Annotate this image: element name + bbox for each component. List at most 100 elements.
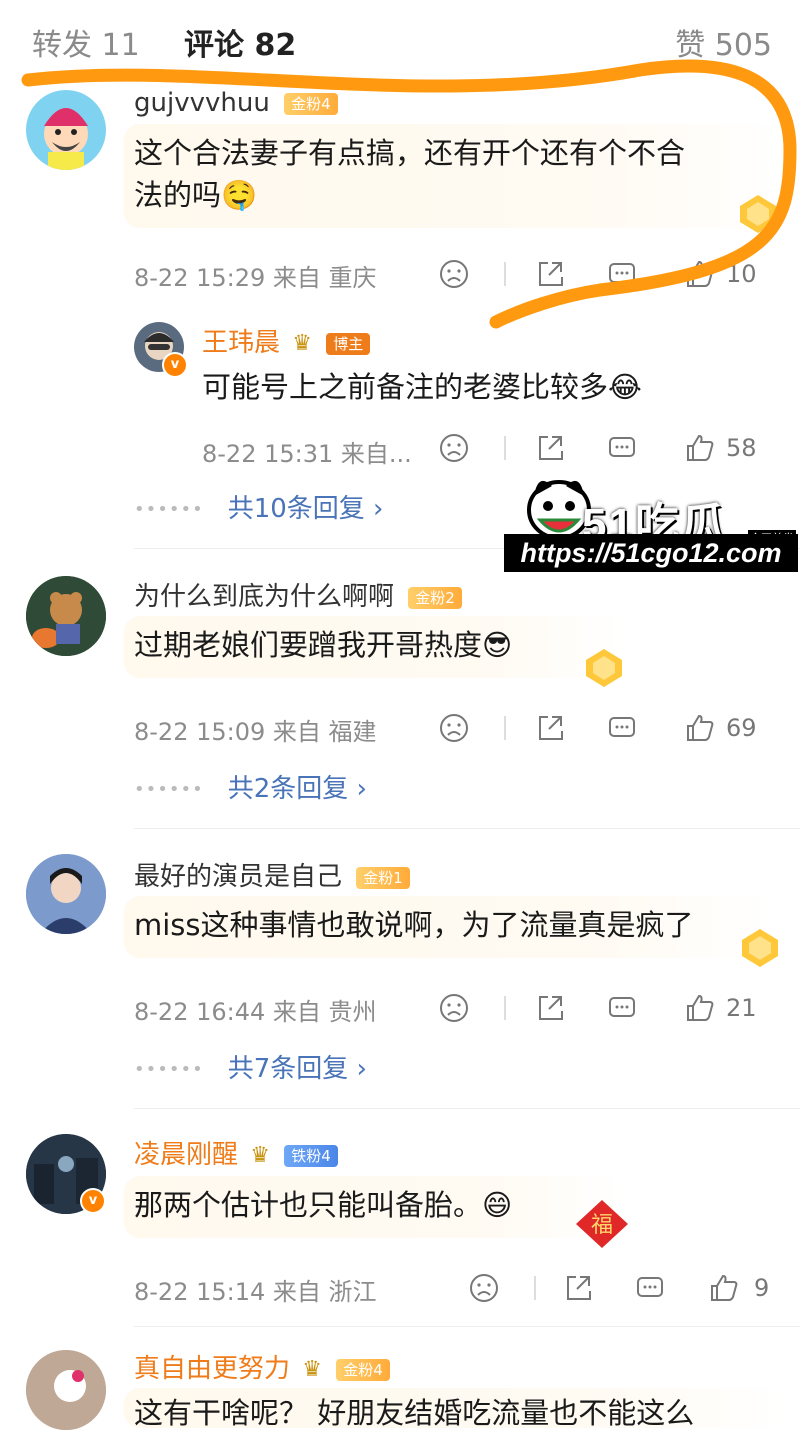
- share-icon: [539, 262, 563, 286]
- replies-label: 共7条回复 ›: [227, 1054, 367, 1084]
- thumb-up-icon: [687, 994, 714, 1021]
- tab-repost[interactable]: 转发 11: [32, 20, 140, 64]
- username-text: 最好的演员是自己: [134, 862, 343, 892]
- dislike-button[interactable]: [468, 1268, 500, 1308]
- sad-face-icon: [440, 994, 468, 1022]
- share-icon: [539, 996, 563, 1020]
- divider: [134, 1108, 800, 1109]
- thumb-up-icon: [687, 260, 714, 287]
- replies-label: 共10条回复 ›: [227, 494, 384, 524]
- divider: [504, 716, 506, 740]
- dislike-button[interactable]: [438, 708, 470, 748]
- fan-badge: 金粉1: [356, 866, 410, 889]
- like-button[interactable]: 9: [708, 1268, 769, 1308]
- comment-meta: 8-22 15:14 来自 浙江: [134, 1278, 377, 1306]
- reply-actions: 58: [438, 428, 778, 468]
- like-button[interactable]: 21: [684, 988, 757, 1028]
- thumb-up-icon: [687, 434, 714, 461]
- comment-icon: [609, 263, 635, 283]
- comment-icon: [609, 997, 635, 1017]
- comment-text-line: 这个合法妻子有点搞，还有开个还有个不合: [134, 136, 686, 170]
- comment-icon: [637, 1277, 663, 1297]
- comment-text: 这个合法妻子有点搞，还有开个还有个不合 法的吗🤤: [134, 132, 685, 216]
- dislike-button[interactable]: [438, 254, 470, 294]
- sad-face-icon: [440, 714, 468, 742]
- fan-badge: 金粉4: [284, 92, 338, 115]
- like-count: 9: [754, 1274, 770, 1302]
- share-button[interactable]: [534, 708, 566, 748]
- username-text: 凌晨刚醒: [134, 1140, 239, 1170]
- divider: [504, 262, 506, 286]
- comment-text: 这有干啥呢？ 好朋友结婚吃流量也不能这么: [134, 1396, 695, 1430]
- comment-button[interactable]: [634, 1268, 666, 1308]
- reply-text: 可能号上之前备注的老婆比较多😂: [202, 370, 642, 404]
- comment-tabs: 转发 11 评论 82 赞 505: [0, 0, 800, 84]
- share-button[interactable]: [534, 254, 566, 294]
- comment-actions: 21: [438, 988, 778, 1028]
- reply-username[interactable]: 王玮晨 ♛ 博主: [202, 322, 371, 359]
- share-button[interactable]: [562, 1268, 594, 1308]
- fan-badge: 金粉2: [408, 586, 462, 609]
- avatar[interactable]: [26, 1350, 106, 1430]
- dislike-button[interactable]: [438, 428, 470, 468]
- like-count: 21: [726, 994, 757, 1022]
- comment-button[interactable]: [606, 988, 638, 1028]
- comment-actions: 10: [438, 254, 778, 294]
- divider: [504, 996, 506, 1020]
- like-button[interactable]: 58: [684, 428, 757, 468]
- comment-icon: [609, 717, 635, 737]
- divider: [504, 436, 506, 460]
- comment-button[interactable]: [606, 428, 638, 468]
- username[interactable]: 凌晨刚醒 ♛ 铁粉4: [134, 1134, 338, 1171]
- dots-icon: ••••••: [134, 1059, 204, 1080]
- comment-meta: 8-22 16:44 来自 贵州: [134, 998, 377, 1026]
- comment-text-line: 法的吗🤤: [134, 178, 258, 212]
- username[interactable]: gujvvvhuu 金粉4: [134, 88, 338, 118]
- reply-username-text: 王玮晨: [202, 328, 281, 358]
- medal-icon: [742, 929, 778, 967]
- username-text: 真自由更努力: [134, 1354, 291, 1384]
- comment-meta: 8-22 15:29 来自 重庆: [134, 264, 377, 292]
- comment-button[interactable]: [606, 708, 638, 748]
- tab-likes[interactable]: 赞 505: [675, 20, 772, 64]
- comment-text: miss这种事情也敢说啊，为了流量真是疯了: [134, 908, 694, 942]
- share-button[interactable]: [534, 988, 566, 1028]
- verified-icon: v: [162, 352, 188, 378]
- comment-icon: [609, 437, 635, 457]
- avatar[interactable]: [26, 854, 106, 934]
- username-text: 为什么到底为什么啊啊: [134, 582, 395, 612]
- avatar[interactable]: [26, 576, 106, 656]
- verified-icon: v: [80, 1188, 106, 1214]
- crown-icon: ♛: [250, 1143, 271, 1168]
- replies-label: 共2条回复 ›: [227, 774, 367, 804]
- comment-actions: 9: [438, 1268, 778, 1308]
- share-button[interactable]: [534, 428, 566, 468]
- like-count: 58: [726, 434, 757, 462]
- like-count: 69: [726, 714, 757, 742]
- view-replies-link[interactable]: •••••• 共10条回复 ›: [134, 488, 383, 525]
- share-icon: [567, 1276, 591, 1300]
- crown-icon: ♛: [302, 1357, 323, 1382]
- avatar[interactable]: [26, 90, 106, 170]
- dots-icon: ••••••: [134, 779, 204, 800]
- username[interactable]: 最好的演员是自己 金粉1: [134, 856, 410, 893]
- comment-text: 那两个估计也只能叫备胎。😄: [134, 1188, 513, 1222]
- like-button[interactable]: 69: [684, 708, 757, 748]
- host-badge: 博主: [326, 332, 371, 355]
- view-replies-link[interactable]: •••••• 共2条回复 ›: [134, 768, 367, 805]
- share-icon: [539, 436, 563, 460]
- sad-face-icon: [440, 260, 468, 288]
- comment-text: 过期老娘们要蹭我开哥热度😎: [134, 628, 513, 662]
- view-replies-link[interactable]: •••••• 共7条回复 ›: [134, 1048, 367, 1085]
- watermark-url: https://51cgo12.com: [504, 534, 798, 572]
- username[interactable]: 为什么到底为什么啊啊 金粉2: [134, 576, 462, 613]
- divider: [134, 828, 800, 829]
- svg-text:福: 福: [591, 1213, 613, 1238]
- crown-icon: ♛: [292, 331, 313, 356]
- like-button[interactable]: 10: [684, 254, 757, 294]
- tab-comments[interactable]: 评论 82: [184, 20, 296, 64]
- comment-button[interactable]: [606, 254, 638, 294]
- dislike-button[interactable]: [438, 988, 470, 1028]
- reply-meta: 8-22 15:31 来自...: [202, 440, 412, 468]
- username[interactable]: 真自由更努力 ♛ 金粉4: [134, 1348, 390, 1385]
